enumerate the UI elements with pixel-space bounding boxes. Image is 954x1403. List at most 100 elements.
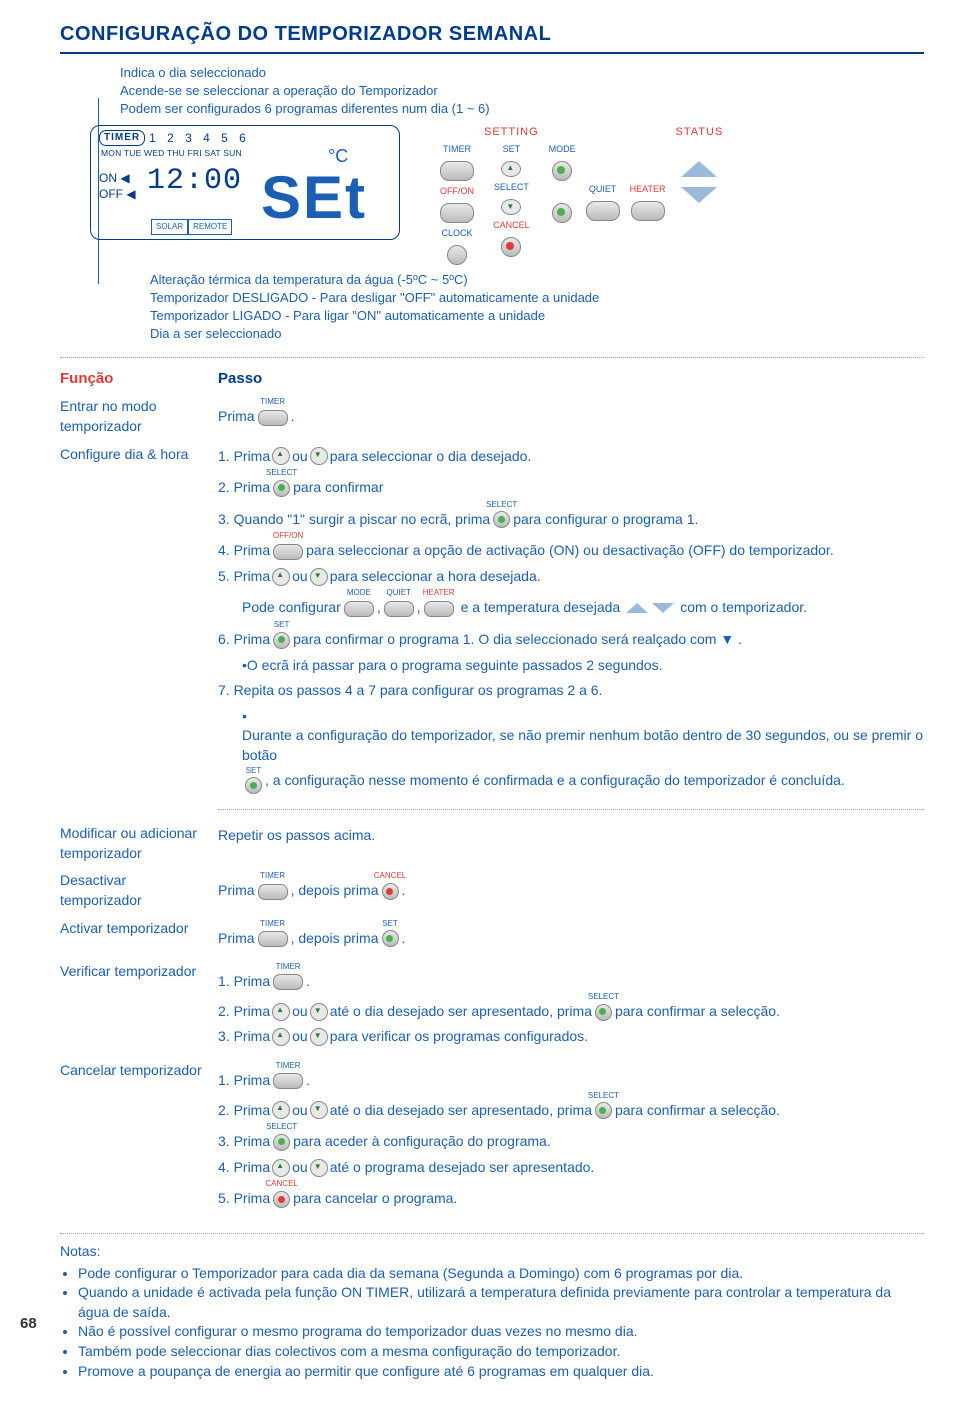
r2s3b: para configurar o programa 1. <box>513 510 698 530</box>
up-icon2[interactable] <box>272 568 290 586</box>
r2s5b: ou <box>292 567 308 587</box>
r5a: Prima <box>218 929 255 949</box>
timer-icon2[interactable] <box>258 884 288 900</box>
over-select5: SELECT <box>266 1121 297 1132</box>
set-icon2[interactable] <box>245 777 262 794</box>
down-icon5[interactable] <box>310 1101 328 1119</box>
over-timer3: TIMER <box>260 918 285 929</box>
mode-icon[interactable] <box>344 601 374 617</box>
down-icon3[interactable] <box>310 1003 328 1021</box>
up-icon5[interactable] <box>272 1101 290 1119</box>
r2s7b: Durante a configuração do temporizador, … <box>242 726 924 765</box>
control-panel: TIMER OFF/ON CLOCK SETTING SET SELECT CA… <box>440 125 723 265</box>
down-icon[interactable] <box>310 447 328 465</box>
over-quiet: QUIET <box>387 587 411 598</box>
cp-mode-label: MODE <box>549 145 576 155</box>
cp-heater-label: HEATER <box>630 185 666 195</box>
r7s2c: até o dia desejado ser apresentado, prim… <box>330 1101 592 1121</box>
select-icon3[interactable] <box>595 1004 612 1021</box>
setting-header: SETTING <box>484 125 539 139</box>
r7s2d: para confirmar a selecção. <box>615 1101 780 1121</box>
r6s2b: ou <box>292 1002 308 1022</box>
over-heater: HEATER <box>423 587 455 598</box>
up-icon[interactable] <box>272 447 290 465</box>
offon-button[interactable] <box>440 203 474 223</box>
down-icon4[interactable] <box>310 1028 328 1046</box>
r7s2a: 2. Prima <box>218 1101 270 1121</box>
down-button[interactable] <box>501 199 521 215</box>
r4c: . <box>402 881 406 901</box>
select-button[interactable] <box>552 203 572 223</box>
r2s6c: O ecrã irá passar para o programa seguin… <box>242 656 924 676</box>
r6s2c: até o dia desejado ser apresentado, prim… <box>330 1002 592 1022</box>
cancel-button[interactable] <box>501 237 521 257</box>
select-icon5[interactable] <box>273 1134 290 1151</box>
r7s1b: . <box>306 1071 310 1091</box>
over-select2: SELECT <box>486 499 517 510</box>
row-modify-label: Modificar ou adicionar temporizador <box>60 820 218 867</box>
set-icon[interactable] <box>273 632 290 649</box>
cp-set-label: SET <box>503 145 521 155</box>
up-icon3[interactable] <box>272 1003 290 1021</box>
cancel-icon2[interactable] <box>273 1191 290 1208</box>
lcd-on: ON <box>99 171 117 185</box>
r2s1b: ou <box>292 447 308 467</box>
clock-button[interactable] <box>447 245 467 265</box>
r7s5a: 5. Prima <box>218 1189 270 1209</box>
temp-up-icon[interactable] <box>626 603 648 613</box>
heater-button[interactable] <box>631 201 665 221</box>
note-5: Promove a poupança de energia ao permiti… <box>78 1362 924 1382</box>
select-icon[interactable] <box>273 480 290 497</box>
page-title: CONFIGURAÇÃO DO TEMPORIZADOR SEMANAL <box>60 20 924 54</box>
lcd-screen: TIMER 1 2 3 4 5 6 MON TUE WED THU FRI SA… <box>90 125 400 240</box>
temp-up-button[interactable] <box>681 161 717 177</box>
quiet-icon[interactable] <box>384 601 414 617</box>
r7s1: 1. Prima <box>218 1071 270 1091</box>
up-icon4[interactable] <box>272 1028 290 1046</box>
temp-down-button[interactable] <box>681 187 717 203</box>
divider3 <box>60 1233 924 1234</box>
timer-icon4[interactable] <box>273 974 303 990</box>
up-icon6[interactable] <box>272 1159 290 1177</box>
offon-icon[interactable] <box>273 544 303 560</box>
timer-button[interactable] <box>440 161 474 181</box>
set-icon3[interactable] <box>382 930 399 947</box>
r7s4a: 4. Prima <box>218 1158 270 1178</box>
lcd-solar: SOLAR <box>151 219 188 234</box>
lcd-set-text: SEt <box>261 168 367 228</box>
lcd-timer-label: TIMER <box>99 130 145 146</box>
cp-timer-label: TIMER <box>443 145 471 155</box>
r2s4a: 4. Prima <box>218 541 270 561</box>
header-passo: Passo <box>218 364 924 393</box>
annot-timer-op: Acende-se se seleccionar a operação do T… <box>120 82 924 100</box>
lcd-off: OFF <box>99 187 123 201</box>
timer-icon5[interactable] <box>273 1073 303 1089</box>
annot-timer-off: Temporizador DESLIGADO - Para desligar "… <box>150 289 924 307</box>
r2s7c: , a configuração nesse momento é confirm… <box>265 771 845 791</box>
heater-icon[interactable] <box>424 601 454 617</box>
lcd-programs: 1 2 3 4 5 6 <box>149 130 250 147</box>
over-set3: SET <box>382 918 398 929</box>
down-icon2[interactable] <box>310 568 328 586</box>
r2s2a: 2. Prima <box>218 478 270 498</box>
cancel-icon[interactable] <box>382 883 399 900</box>
mode-button[interactable] <box>552 161 572 181</box>
row-verify-label: Verificar temporizador <box>60 958 218 1057</box>
select-icon2[interactable] <box>493 511 510 528</box>
temp-down-icon[interactable] <box>652 603 674 613</box>
r7s2b: ou <box>292 1101 308 1121</box>
r7s4c: até o programa desejado ser apresentado. <box>330 1158 595 1178</box>
r6s2d: para confirmar a selecção. <box>615 1002 780 1022</box>
down-icon6[interactable] <box>310 1159 328 1177</box>
select-icon4[interactable] <box>595 1102 612 1119</box>
over-select3: SELECT <box>588 991 619 1002</box>
annot-timer-on: Temporizador LIGADO - Para ligar "ON" au… <box>150 307 924 325</box>
quiet-button[interactable] <box>586 201 620 221</box>
timer-icon3[interactable] <box>258 931 288 947</box>
r7s4b: ou <box>292 1158 308 1178</box>
r2s6b: para confirmar o programa 1. O dia selec… <box>293 630 742 650</box>
status-header: STATUS <box>676 125 724 139</box>
timer-button-inline[interactable] <box>258 410 288 426</box>
cp-offon-label: OFF/ON <box>440 187 474 197</box>
up-button[interactable] <box>501 161 521 177</box>
